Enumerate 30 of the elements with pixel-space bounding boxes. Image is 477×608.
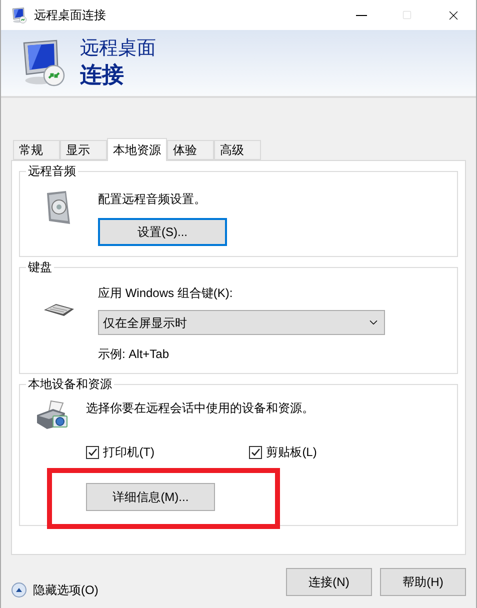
window-title: 远程桌面连接 — [34, 7, 106, 24]
dialog-button[interactable]: 帮助(H) — [380, 568, 466, 596]
tab[interactable]: 常规 — [13, 140, 60, 160]
tab[interactable]: 显示 — [60, 140, 107, 160]
example-text: 示例: Alt+Tab — [98, 346, 170, 363]
checkbox[interactable]: 剪贴板(L) — [249, 443, 412, 461]
dialog-button[interactable]: 连接(N) — [286, 568, 372, 596]
checkbox[interactable]: 打印机(T) — [86, 443, 250, 461]
header-title: 连接 — [80, 61, 125, 89]
options-toggle[interactable]: 隐藏选项(O) — [11, 581, 98, 599]
group-title: 远程音频 — [26, 163, 78, 179]
header-subtitle: 远程桌面 — [80, 37, 156, 61]
checkmark-icon — [250, 446, 262, 458]
dialog-button[interactable]: 设置(S)... — [98, 218, 227, 246]
group-title: 键盘 — [26, 259, 54, 275]
tab[interactable]: 体验 — [167, 140, 214, 160]
field-label: 应用 Windows 组合键(K): — [98, 285, 233, 302]
dropdown[interactable]: 仅在全屏显示时 — [98, 310, 385, 335]
checkmark-icon — [87, 446, 98, 458]
square-icon — [402, 10, 412, 20]
tab[interactable]: 本地资源 — [107, 138, 167, 161]
monitor-icon — [11, 6, 28, 24]
tab[interactable]: 高级 — [214, 140, 261, 160]
minus-icon — [356, 14, 366, 16]
description: 配置远程音频设置。 — [98, 191, 206, 208]
description: 选择你要在远程会话中使用的设备和资源。 — [86, 400, 314, 417]
group-title: 本地设备和资源 — [26, 376, 114, 392]
dialog-button[interactable]: 详细信息(M)... — [86, 483, 216, 511]
keyboard-icon — [42, 302, 76, 318]
collapse-icon — [11, 582, 27, 598]
